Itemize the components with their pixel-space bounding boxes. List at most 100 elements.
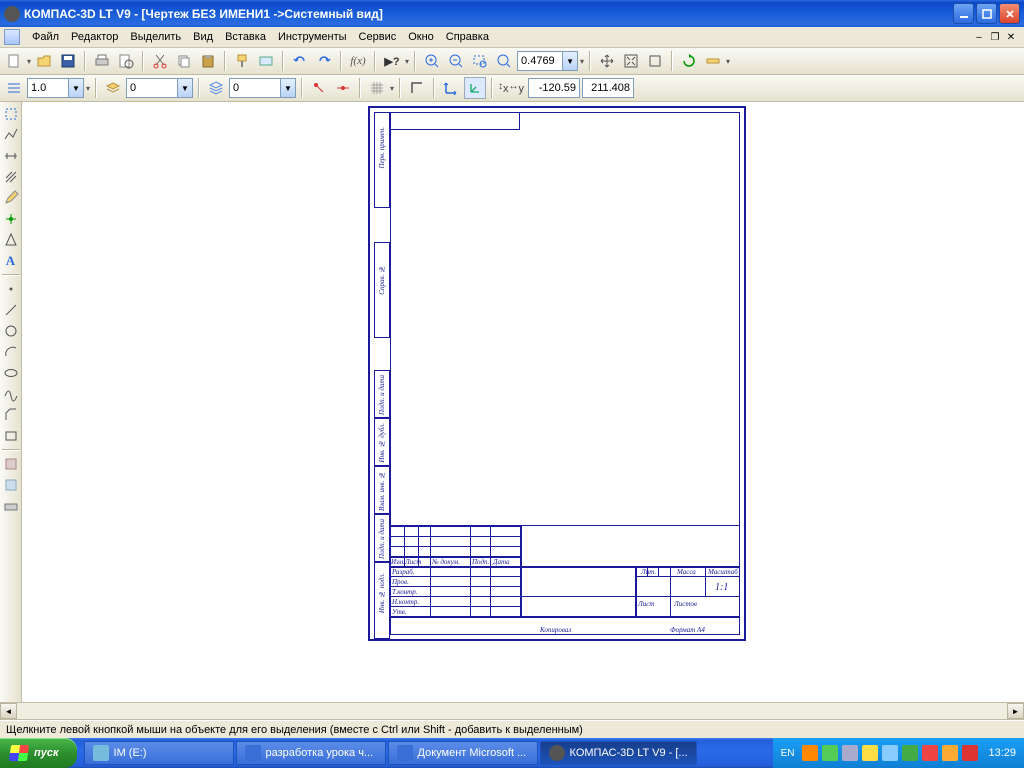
rebuild-button[interactable] bbox=[678, 50, 700, 72]
menu-window[interactable]: Окно bbox=[402, 29, 440, 45]
menu-tools[interactable]: Инструменты bbox=[272, 29, 353, 45]
pan-button[interactable] bbox=[596, 50, 618, 72]
chevron-down-icon[interactable]: ▼ bbox=[68, 79, 83, 97]
circle-tool[interactable] bbox=[1, 321, 21, 341]
clock[interactable]: 13:29 bbox=[988, 747, 1016, 759]
paste-button[interactable] bbox=[197, 50, 219, 72]
layer-input[interactable] bbox=[127, 82, 177, 94]
menu-insert[interactable]: Вставка bbox=[219, 29, 272, 45]
measure-tool[interactable] bbox=[1, 230, 21, 250]
chevron-down-icon[interactable]: ▼ bbox=[562, 52, 577, 70]
text-tool[interactable]: A bbox=[1, 251, 21, 271]
close-button[interactable] bbox=[999, 3, 1020, 24]
tray-icon[interactable] bbox=[802, 745, 818, 761]
mdi-restore-button[interactable]: ❐ bbox=[988, 31, 1002, 43]
chevron-down-icon[interactable]: ▼ bbox=[280, 79, 295, 97]
print-tool[interactable] bbox=[1, 496, 21, 516]
coord-sys-button[interactable] bbox=[464, 77, 486, 99]
zoom-out-button[interactable] bbox=[445, 50, 467, 72]
zoom-all-button[interactable] bbox=[644, 50, 666, 72]
coord-x-input[interactable] bbox=[528, 78, 580, 98]
zoom-combo[interactable]: ▼ bbox=[517, 51, 578, 71]
help-cursor-button[interactable]: ▶? bbox=[381, 50, 403, 72]
drawing-canvas[interactable]: Перв. примен. Справ. № Подп. и дата Инв.… bbox=[22, 102, 1024, 702]
point-tool[interactable] bbox=[1, 279, 21, 299]
undo-button[interactable] bbox=[289, 50, 311, 72]
menu-view[interactable]: Вид bbox=[187, 29, 219, 45]
maximize-button[interactable] bbox=[976, 3, 997, 24]
chevron-down-icon[interactable]: ▼ bbox=[177, 79, 192, 97]
dimension-tool[interactable] bbox=[1, 146, 21, 166]
menu-service[interactable]: Сервис bbox=[353, 29, 403, 45]
new-button[interactable] bbox=[3, 50, 25, 72]
insert-tool[interactable] bbox=[1, 475, 21, 495]
redo-button[interactable] bbox=[313, 50, 335, 72]
color-combo[interactable]: ▼ bbox=[229, 78, 296, 98]
properties-button[interactable] bbox=[255, 50, 277, 72]
copy-button[interactable] bbox=[173, 50, 195, 72]
layer-combo[interactable]: ▼ bbox=[126, 78, 193, 98]
scroll-right-button[interactable]: ► bbox=[1007, 703, 1024, 719]
tray-icon[interactable] bbox=[842, 745, 858, 761]
preview-button[interactable] bbox=[115, 50, 137, 72]
tray-icon[interactable] bbox=[822, 745, 838, 761]
zoom-input[interactable] bbox=[518, 55, 562, 67]
scroll-left-button[interactable]: ◄ bbox=[0, 703, 17, 719]
library-tool[interactable] bbox=[1, 454, 21, 474]
menu-help[interactable]: Справка bbox=[440, 29, 495, 45]
spline-tool[interactable] bbox=[1, 384, 21, 404]
task-item-doc2[interactable]: Документ Microsoft ... bbox=[388, 741, 538, 765]
linestyle-button[interactable] bbox=[3, 77, 25, 99]
print-button[interactable] bbox=[91, 50, 113, 72]
layer-button[interactable] bbox=[102, 77, 124, 99]
ortho-button[interactable] bbox=[406, 77, 428, 99]
mdi-min-button[interactable]: – bbox=[972, 31, 986, 43]
menu-file[interactable]: Файл bbox=[26, 29, 65, 45]
local-cs-button[interactable] bbox=[440, 77, 462, 99]
select-tool[interactable] bbox=[1, 104, 21, 124]
line-tool[interactable] bbox=[1, 300, 21, 320]
zoom-in-button[interactable] bbox=[421, 50, 443, 72]
linewidth-input[interactable] bbox=[28, 82, 68, 94]
format-paint-button[interactable] bbox=[231, 50, 253, 72]
tray-icon[interactable] bbox=[942, 745, 958, 761]
coord-y-input[interactable] bbox=[582, 78, 634, 98]
h-scrollbar[interactable]: ◄ ► bbox=[0, 702, 1024, 720]
linewidth-combo[interactable]: ▼ bbox=[27, 78, 84, 98]
zoom-prev-button[interactable] bbox=[493, 50, 515, 72]
snap-end-button[interactable] bbox=[308, 77, 330, 99]
chamfer-tool[interactable] bbox=[1, 405, 21, 425]
hatch-tool[interactable] bbox=[1, 167, 21, 187]
fx-button[interactable]: f(x) bbox=[347, 50, 369, 72]
measure-button[interactable] bbox=[702, 50, 724, 72]
tray-icon[interactable] bbox=[882, 745, 898, 761]
zoom-window-button[interactable] bbox=[469, 50, 491, 72]
menu-select[interactable]: Выделить bbox=[124, 29, 187, 45]
tray-icon[interactable] bbox=[862, 745, 878, 761]
layers-mgr-button[interactable] bbox=[205, 77, 227, 99]
color-input[interactable] bbox=[230, 82, 280, 94]
polyline-tool[interactable] bbox=[1, 125, 21, 145]
tray-icon[interactable] bbox=[922, 745, 938, 761]
ellipse-tool[interactable] bbox=[1, 363, 21, 383]
minimize-button[interactable] bbox=[953, 3, 974, 24]
lang-indicator[interactable]: EN bbox=[781, 748, 795, 759]
task-item-kompas[interactable]: КОМПАС-3D LT V9 - [... bbox=[540, 741, 697, 765]
mdi-close-button[interactable]: ✕ bbox=[1004, 31, 1018, 43]
tray-icon[interactable] bbox=[962, 745, 978, 761]
param-tool[interactable] bbox=[1, 209, 21, 229]
snap-mid-button[interactable] bbox=[332, 77, 354, 99]
save-button[interactable] bbox=[57, 50, 79, 72]
tray-icon[interactable] bbox=[902, 745, 918, 761]
task-item-im[interactable]: IM (E:) bbox=[84, 741, 234, 765]
task-item-doc1[interactable]: разработка урока ч... bbox=[236, 741, 386, 765]
rect-tool[interactable] bbox=[1, 426, 21, 446]
edit-tool[interactable] bbox=[1, 188, 21, 208]
cut-button[interactable] bbox=[149, 50, 171, 72]
zoom-fit-button[interactable] bbox=[620, 50, 642, 72]
menu-editor[interactable]: Редактор bbox=[65, 29, 124, 45]
grid-button[interactable] bbox=[366, 77, 388, 99]
open-button[interactable] bbox=[33, 50, 55, 72]
start-button[interactable]: пуск bbox=[0, 738, 77, 768]
arc-tool[interactable] bbox=[1, 342, 21, 362]
